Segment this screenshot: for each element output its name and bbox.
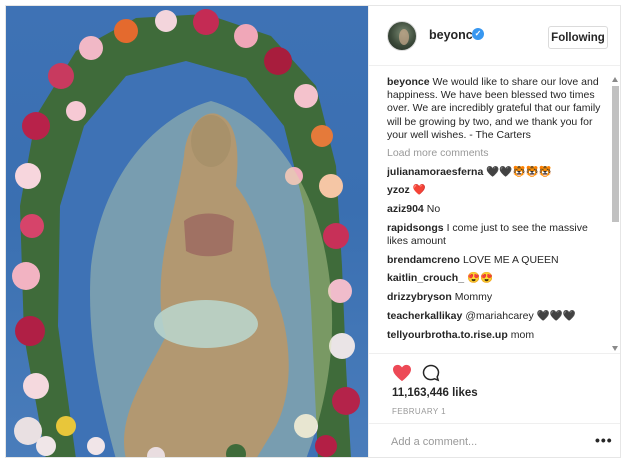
comment-text: Mommy (454, 291, 493, 304)
load-more-comments-link[interactable]: Load more comments (387, 147, 609, 160)
comment-item: teacherkallikay @mariahcarey 🖤🖤🖤 (387, 310, 609, 323)
post-photo[interactable] (6, 6, 368, 457)
comment-text: 🖤🖤🐯🐯🐯 (486, 165, 552, 178)
post-date: FEBRUARY 1 (392, 407, 446, 416)
instagram-post-modal: beyonce ✓ Following beyonce We would lik… (5, 5, 621, 458)
comment-text: mom (510, 328, 535, 341)
add-comment-bar: ••• (369, 423, 620, 457)
scrollbar-thumb[interactable] (612, 86, 619, 222)
post-header: beyonce ✓ Following (369, 6, 620, 66)
comment-username[interactable]: aziz904 (387, 203, 424, 215)
comment-text: @mariahcarey 🖤🖤🖤 (465, 309, 576, 322)
comment-username[interactable]: teacherkallikay (387, 310, 462, 322)
comments-scrollbar[interactable] (611, 76, 620, 352)
post-actions: 11,163,446 likes FEBRUARY 1 (369, 353, 620, 423)
post-side-panel: beyonce ✓ Following beyonce We would lik… (368, 6, 620, 457)
comment-text: ❤️ (412, 184, 426, 197)
comment-item: yzoz ❤️ (387, 184, 609, 197)
comment-text: No (426, 203, 441, 216)
comment-item: kaitlin_crouch_ 😍😍 (387, 272, 609, 285)
scroll-up-arrow-icon[interactable] (612, 77, 618, 82)
comment-item: drizzybryson Mommy (387, 291, 609, 304)
post-caption: beyonce We would like to share our love … (387, 76, 609, 142)
heart-icon[interactable] (392, 364, 412, 387)
comment-item: julianamoraesferna 🖤🖤🐯🐯🐯 (387, 166, 609, 179)
likes-count[interactable]: 11,163,446 likes (392, 387, 478, 399)
comment-username[interactable]: julianamoraesferna (387, 166, 483, 178)
comment-username[interactable]: tellyourbrotha.to.rise.up (387, 329, 508, 341)
comment-item: brendamcreno LOVE ME A QUEEN (387, 254, 609, 267)
comment-username[interactable]: yzoz (387, 184, 410, 196)
avatar[interactable] (387, 21, 417, 51)
verified-badge-icon: ✓ (472, 28, 484, 40)
comment-item: aziz904 No (387, 203, 609, 216)
caption-username[interactable]: beyonce (387, 76, 430, 88)
comment-username[interactable]: brendamcreno (387, 254, 460, 266)
comment-icon[interactable] (422, 364, 440, 387)
comment-text: LOVE ME A QUEEN (462, 253, 559, 266)
comment-item: rapidsongs I come just to see the massive… (387, 222, 609, 248)
comment-username[interactable]: rapidsongs (387, 222, 444, 234)
comment-username[interactable]: drizzybryson (387, 291, 452, 303)
comment-item: tellyourbrotha.to.rise.up mom (387, 329, 609, 342)
photo-illustration (12, 9, 360, 457)
more-options-icon[interactable]: ••• (595, 432, 613, 448)
following-button[interactable]: Following (548, 26, 608, 49)
add-comment-input[interactable] (391, 432, 581, 452)
comment-text: 😍😍 (467, 272, 494, 285)
comments-list: beyonce We would like to share our love … (387, 76, 609, 352)
comment-username[interactable]: kaitlin_crouch_ (387, 272, 464, 284)
scroll-down-arrow-icon[interactable] (612, 346, 618, 351)
